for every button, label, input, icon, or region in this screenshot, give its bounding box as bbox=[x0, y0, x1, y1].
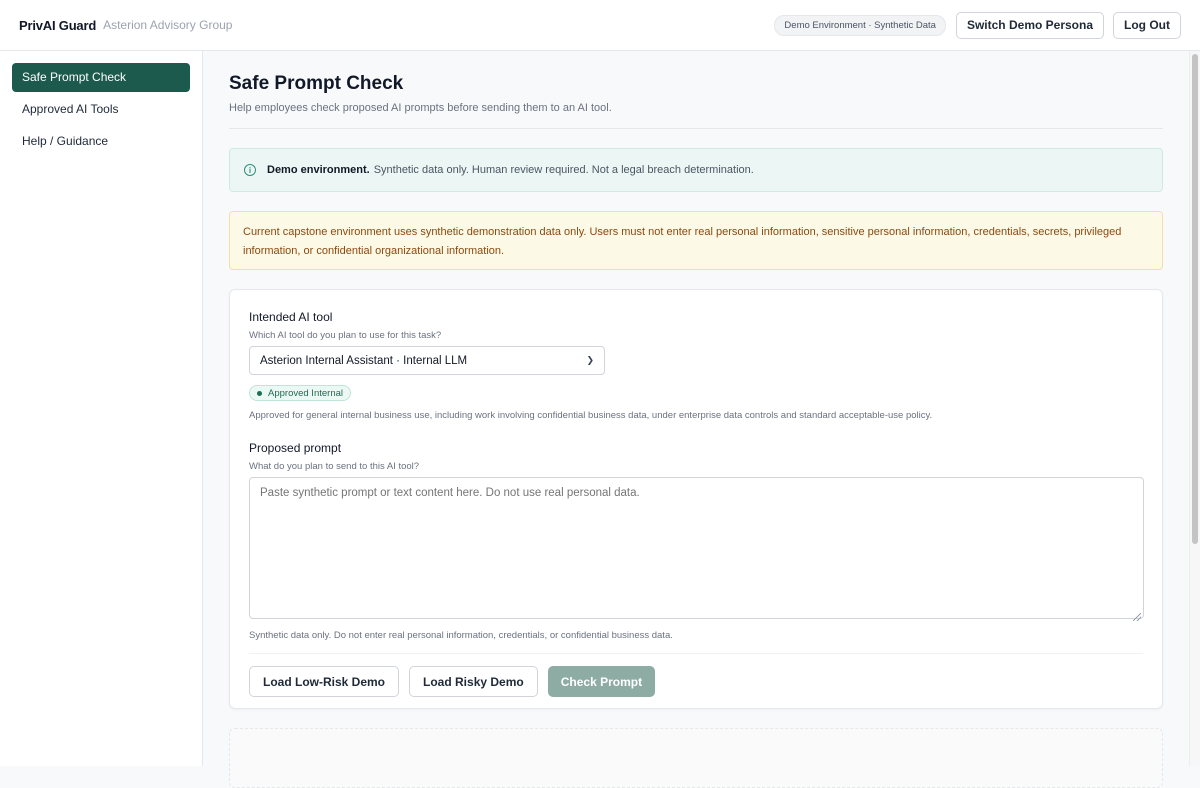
status-dot-icon bbox=[257, 390, 262, 396]
prompt-field-hint: What do you plan to send to this AI tool… bbox=[249, 461, 420, 472]
prompt-footer-hint: Synthetic data only. Do not enter real p… bbox=[249, 630, 673, 641]
tool-field-label: Intended AI tool bbox=[249, 310, 333, 324]
prompt-check-form: Intended AI tool Which AI tool do you pl… bbox=[229, 289, 1163, 709]
tool-field-hint: Which AI tool do you plan to use for thi… bbox=[249, 330, 442, 341]
approval-status-label: Approved Internal bbox=[268, 387, 343, 399]
chevron-down-icon: ❯ bbox=[586, 355, 594, 365]
sidebar-item-help-guidance[interactable]: Help / Guidance bbox=[12, 127, 190, 156]
ai-tool-selected-value: Asterion Internal Assistant · Internal L… bbox=[260, 354, 468, 367]
org-name: Asterion Advisory Group bbox=[103, 18, 233, 32]
notice-text: Synthetic data only. Human review requir… bbox=[373, 164, 754, 176]
sidebar: Safe Prompt Check Approved AI Tools Help… bbox=[0, 51, 203, 766]
divider bbox=[229, 128, 1163, 129]
prompt-field-label: Proposed prompt bbox=[249, 441, 342, 455]
form-actions: Load Low-Risk Demo Load Risky Demo Check… bbox=[249, 666, 1143, 697]
sidebar-item-safe-prompt-check[interactable]: Safe Prompt Check bbox=[12, 63, 190, 92]
page-title: Safe Prompt Check bbox=[229, 73, 404, 94]
environment-badge: Demo Environment · Synthetic Data bbox=[774, 14, 946, 36]
scrollbar-thumb[interactable] bbox=[1192, 54, 1198, 544]
prompt-textarea[interactable] bbox=[249, 477, 1144, 619]
approval-status-badge: Approved Internal bbox=[249, 385, 351, 401]
page-subtitle: Help employees check proposed AI prompts… bbox=[229, 102, 612, 114]
load-risky-demo-button[interactable]: Load Risky Demo bbox=[409, 666, 538, 697]
form-divider bbox=[249, 653, 1143, 654]
resize-handle-icon[interactable] bbox=[1133, 613, 1141, 621]
tool-description: Approved for general internal business u… bbox=[249, 410, 933, 421]
info-icon: i bbox=[244, 164, 256, 176]
check-prompt-button[interactable]: Check Prompt bbox=[547, 666, 656, 697]
header-actions: Demo Environment · Synthetic Data Switch… bbox=[774, 11, 1181, 39]
page-scrollbar[interactable] bbox=[1189, 51, 1200, 766]
ai-tool-select[interactable]: Asterion Internal Assistant · Internal L… bbox=[249, 346, 605, 375]
logout-button[interactable]: Log Out bbox=[1113, 11, 1181, 39]
switch-persona-button[interactable]: Switch Demo Persona bbox=[955, 11, 1105, 39]
app-brand: PrivAI Guard bbox=[19, 17, 97, 33]
demo-environment-notice: i Demo environment. Synthetic data only.… bbox=[229, 148, 1163, 192]
sidebar-item-approved-ai-tools[interactable]: Approved AI Tools bbox=[12, 95, 190, 124]
load-low-risk-demo-button[interactable]: Load Low-Risk Demo bbox=[249, 666, 400, 697]
main-content: Safe Prompt Check Help employees check p… bbox=[203, 51, 1189, 788]
results-placeholder bbox=[229, 728, 1163, 788]
top-bar: PrivAI Guard Asterion Advisory Group Dem… bbox=[0, 0, 1200, 51]
notice-strong-text: Demo environment. bbox=[267, 164, 370, 176]
synthetic-data-warning: Current capstone environment uses synthe… bbox=[229, 211, 1163, 270]
